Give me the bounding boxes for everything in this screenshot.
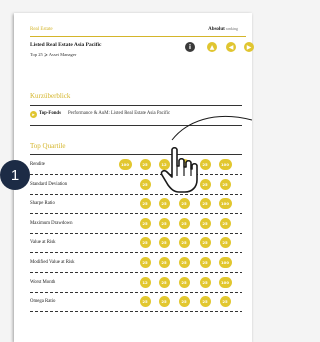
- quartile-badge[interactable]: 25: [158, 198, 170, 210]
- logo-sub: ranking: [225, 26, 238, 31]
- topfonds-link[interactable]: ▸ Top-Fonds Performance & AuM: Listed Re…: [30, 111, 250, 119]
- quartile-badge[interactable]: 25: [219, 237, 231, 249]
- row-divider: [30, 193, 242, 195]
- quartile-badge[interactable]: 25: [139, 159, 151, 170]
- brand-logo: Absolutranking: [208, 26, 238, 32]
- quartile-row-label: Modified Value at Risk: [30, 260, 75, 265]
- quartile-badge[interactable]: 25: [178, 198, 190, 210]
- up-arrow-icon[interactable]: ▲: [207, 42, 217, 52]
- quartile-row: Rendite10025122525100: [30, 157, 244, 175]
- quartile-row: Maximum Drawdown 25 25 25 25 25: [30, 216, 244, 234]
- quartile-row-label: Maximum Drawdown: [30, 220, 73, 226]
- row-divider: [30, 252, 242, 254]
- section-label: Real Estate: [30, 27, 53, 32]
- quartile-badge[interactable]: 100: [118, 159, 132, 170]
- quartile-row: Omega Ratio 25 25 25 25 25: [30, 294, 244, 313]
- step-marker: 1: [0, 160, 30, 190]
- pointer-hand-icon: [160, 146, 198, 193]
- quartile-badge[interactable]: 25: [178, 296, 190, 308]
- quartile-row-label: Sharpe Ratio: [30, 201, 55, 207]
- quartile-badge[interactable]: 25: [158, 276, 170, 288]
- quartile-row-label: Value at Risk: [30, 240, 56, 246]
- quartile-row-label: Rendite: [30, 162, 45, 167]
- quartile-badge[interactable]: 25: [139, 257, 151, 268]
- quartile-badge[interactable]: 25: [139, 217, 151, 229]
- quartile-row: Standard Deviation 25 25 25: [30, 177, 244, 195]
- quartile-badge[interactable]: 25: [158, 257, 170, 268]
- quartile-badge[interactable]: 25: [139, 178, 151, 190]
- quartile-badge[interactable]: 25: [178, 217, 190, 229]
- overview-heading: Kurzüberblick: [30, 92, 71, 100]
- topfonds-text: Performance & AuM: Listed Real Estate As…: [68, 111, 171, 116]
- quartile-badge[interactable]: 25: [199, 159, 211, 170]
- quartile-row: Value at Risk 25 25 25 25 25: [30, 235, 244, 254]
- document-page: Real Estate Absolutranking Listed Real E…: [0, 13, 254, 342]
- row-divider: [30, 232, 242, 234]
- quartile-row: Modified Value at Risk 25 25 25 25 100: [30, 255, 244, 273]
- quartile-badge[interactable]: 25: [199, 296, 211, 308]
- quartile-row: Worst Month 12 25 25 25 100: [30, 275, 244, 293]
- quartile-badge[interactable]: 25: [158, 237, 170, 249]
- topfonds-divider: [30, 125, 242, 126]
- top-quartile-divider: [30, 154, 242, 155]
- quartile-badge[interactable]: 25: [178, 257, 190, 268]
- quartile-row-label: Omega Ratio: [30, 299, 56, 305]
- quartile-row: Sharpe Ratio 25 25 25 25 100: [30, 196, 244, 215]
- quartile-badge[interactable]: 25: [199, 178, 211, 190]
- quartile-badge[interactable]: 25: [199, 237, 211, 249]
- quartile-badge[interactable]: 25: [178, 276, 190, 288]
- page-subtitle: Top 25 ⩾ Asset Manager: [30, 52, 77, 57]
- quartile-badge[interactable]: 25: [139, 296, 151, 308]
- quartile-badge[interactable]: 100: [218, 276, 232, 288]
- overview-divider: [30, 105, 242, 106]
- quartile-badge[interactable]: 25: [219, 296, 231, 308]
- row-divider: [30, 291, 242, 293]
- quartile-badge[interactable]: 12: [139, 276, 151, 288]
- quartile-badge[interactable]: 100: [218, 198, 232, 210]
- quartile-badge[interactable]: 100: [218, 257, 232, 268]
- quartile-badge[interactable]: 25: [199, 257, 211, 268]
- top-quartile-heading: Top Quartile: [30, 142, 66, 150]
- row-divider: [30, 213, 242, 215]
- quartile-badge[interactable]: 25: [139, 237, 151, 249]
- quartile-badge[interactable]: 25: [199, 217, 211, 229]
- quartile-badge[interactable]: 100: [218, 159, 232, 170]
- row-divider: [30, 311, 242, 313]
- quartile-badge[interactable]: 25: [199, 198, 211, 210]
- quartile-row-label: Standard Deviation: [30, 181, 68, 187]
- logo-main: Absolut: [208, 27, 225, 32]
- quartile-badge[interactable]: 25: [178, 237, 190, 249]
- next-arrow-icon[interactable]: ▶: [244, 42, 254, 52]
- header-divider: [30, 36, 246, 37]
- quartile-badge[interactable]: 25: [219, 178, 231, 190]
- quartile-row-label: Worst Month: [30, 279, 56, 285]
- quartile-badge[interactable]: 25: [219, 217, 231, 229]
- row-divider: [30, 174, 242, 175]
- page-title: Listed Real Estate Asia Pacific: [30, 42, 102, 48]
- page-toolbar: i ▲ ◀ ▶: [185, 42, 265, 54]
- previous-arrow-icon[interactable]: ◀: [226, 42, 236, 52]
- arrow-right-icon: ▸: [30, 111, 37, 118]
- row-divider: [30, 272, 242, 273]
- quartile-badge[interactable]: 25: [158, 217, 170, 229]
- quartile-badge[interactable]: 25: [199, 276, 211, 288]
- quartile-badge[interactable]: 25: [139, 198, 151, 210]
- quartile-badge[interactable]: 25: [158, 296, 170, 308]
- topfonds-label: Top-Fonds: [39, 111, 61, 116]
- info-icon[interactable]: i: [185, 42, 195, 52]
